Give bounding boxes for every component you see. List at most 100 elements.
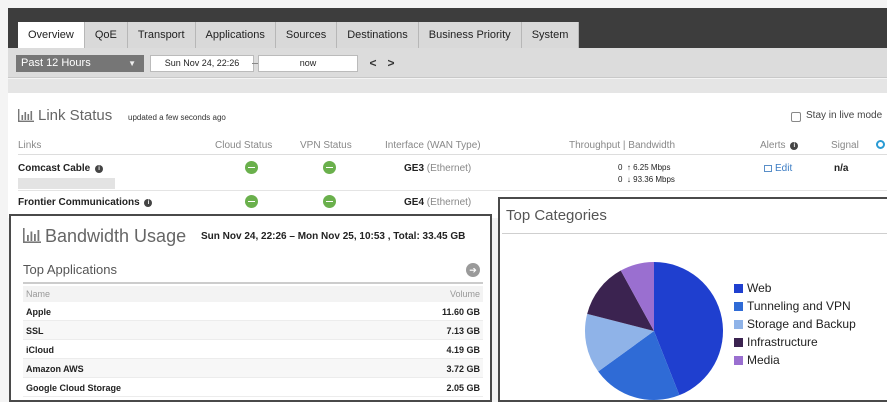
legend-swatch <box>734 284 743 293</box>
info-icon: i <box>790 142 799 150</box>
column-header-cloud-status: Cloud Status <box>215 140 273 151</box>
app-name: Apple <box>26 307 52 317</box>
app-name: Amazon AWS <box>26 364 84 374</box>
tab-qoe[interactable]: QoE <box>84 22 128 48</box>
redacted-address <box>18 178 115 189</box>
next-range-button[interactable]: > <box>384 54 398 72</box>
link-name-frontier[interactable]: Frontier Communications i <box>18 197 153 208</box>
download-throughput-value: 0 <box>618 175 623 184</box>
cloud-status-ok-icon <box>245 161 258 174</box>
app-volume: 7.13 GB <box>446 326 480 336</box>
legend-label: Infrastructure <box>747 335 818 349</box>
row-divider <box>18 190 887 191</box>
table-row[interactable]: iCloud 4.19 GB <box>23 340 483 359</box>
tab-transport[interactable]: Transport <box>127 22 196 48</box>
start-date-field[interactable]: Sun Nov 24, 22:26 <box>150 55 254 72</box>
upload-throughput: 0 ↑ 6.25 Mbps <box>618 163 671 172</box>
legend-label: Storage and Backup <box>747 317 856 331</box>
column-header-vpn-status: VPN Status <box>300 140 352 151</box>
time-range-select[interactable]: Past 12 Hours ▼ <box>16 55 144 72</box>
edit-icon <box>764 165 772 172</box>
end-date-field[interactable]: now <box>258 55 358 72</box>
app-volume: 2.05 GB <box>446 383 480 393</box>
wan-type: (Ethernet) <box>426 197 472 208</box>
column-header-alerts: Alerts i <box>760 140 799 151</box>
signal-value: n/a <box>834 163 849 174</box>
tab-business-priority[interactable]: Business Priority <box>418 22 522 48</box>
interface-name: GE4 <box>404 197 425 208</box>
download-bandwidth: 93.36 Mbps <box>633 175 675 184</box>
upload-throughput-value: 0 <box>618 163 623 172</box>
tab-applications[interactable]: Applications <box>195 22 276 48</box>
top-categories-panel: Top Categories Web Tunneling and VPN Sto… <box>498 197 887 402</box>
bandwidth-range-total: Sun Nov 24, 22:26 – Mon Nov 25, 10:53 , … <box>201 231 466 242</box>
tab-list: Overview QoE Transport Applications Sour… <box>18 22 580 48</box>
alerts-header-label: Alerts <box>760 140 786 151</box>
live-mode-label: Stay in live mode <box>806 110 883 121</box>
bar-chart-icon <box>23 228 41 243</box>
dashboard: Overview QoE Transport Applications Sour… <box>0 0 887 402</box>
alerts-edit-label: Edit <box>775 163 793 174</box>
bandwidth-usage-title: Bandwidth Usage <box>23 226 186 247</box>
table-row[interactable]: Google Cloud Storage 2.05 GB <box>23 378 483 397</box>
table-row[interactable]: SSL 7.13 GB <box>23 321 483 340</box>
legend-swatch <box>734 302 743 311</box>
upload-bandwidth: 6.25 Mbps <box>633 163 671 172</box>
column-header-volume: Volume <box>449 289 480 299</box>
chevron-down-icon: ▼ <box>128 59 136 68</box>
interface-cell: GE3 (Ethernet) <box>404 163 471 174</box>
legend-label: Web <box>747 281 772 295</box>
tab-destinations[interactable]: Destinations <box>337 22 419 48</box>
alerts-edit-link[interactable]: Edit <box>764 163 792 174</box>
info-icon: i <box>144 199 153 207</box>
bandwidth-usage-panel: Bandwidth Usage Sun Nov 24, 22:26 – Mon … <box>9 214 492 402</box>
link-status-heading: Link Status <box>38 107 113 124</box>
vpn-status-ok-icon <box>323 161 336 174</box>
category-pie-chart <box>585 262 723 400</box>
cloud-status-ok-icon <box>245 195 258 208</box>
table-row[interactable]: Amazon AWS 3.72 GB <box>23 359 483 378</box>
time-range-bar: Past 12 Hours ▼ Sun Nov 24, 22:26 now < … <box>8 48 887 78</box>
table-row[interactable]: Apple 11.60 GB <box>23 302 483 321</box>
app-name: Google Cloud Storage <box>26 383 122 393</box>
interface-cell: GE4 (Ethernet) <box>404 197 471 208</box>
header-divider <box>18 154 887 155</box>
link-name-text: Comcast Cable <box>18 163 91 174</box>
app-name: SSL <box>26 326 44 336</box>
panel-divider <box>502 233 887 234</box>
interface-name: GE3 <box>404 163 425 174</box>
tab-overview[interactable]: Overview <box>18 22 85 48</box>
column-header-name: Name <box>26 289 51 299</box>
time-range-value: Past 12 Hours <box>21 57 91 69</box>
app-volume: 11.60 GB <box>441 307 480 317</box>
app-name: iCloud <box>26 345 54 355</box>
column-header-interface: Interface (WAN Type) <box>385 140 481 151</box>
download-throughput: 0 ↓ 93.36 Mbps <box>618 175 675 184</box>
legend-swatch <box>734 356 743 365</box>
tab-system[interactable]: System <box>521 22 580 48</box>
info-icon: i <box>95 165 104 173</box>
tab-sources[interactable]: Sources <box>275 22 338 48</box>
column-header-throughput: Throughput | Bandwidth <box>569 140 676 151</box>
table-divider <box>23 282 483 284</box>
legend-label: Tunneling and VPN <box>747 299 851 313</box>
table-header: Name Volume <box>23 286 483 302</box>
divider-strip <box>8 79 887 93</box>
link-name-text: Frontier Communications <box>18 197 140 208</box>
app-volume: 4.19 GB <box>446 345 480 355</box>
top-categories-title: Top Categories <box>506 207 607 224</box>
app-volume: 3.72 GB <box>446 364 480 374</box>
vpn-status-ok-icon <box>323 195 336 208</box>
settings-gear-icon[interactable] <box>876 140 885 149</box>
live-mode-checkbox[interactable] <box>791 112 801 122</box>
top-applications-title: Top Applications <box>23 262 117 277</box>
arrow-right-icon[interactable]: ➔ <box>466 263 480 277</box>
legend-label: Media <box>747 353 780 367</box>
column-header-signal: Signal <box>831 140 859 151</box>
tab-bar: Overview QoE Transport Applications Sour… <box>8 8 887 48</box>
bar-chart-icon <box>18 109 34 122</box>
link-name-comcast[interactable]: Comcast Cable i <box>18 163 104 174</box>
bandwidth-usage-heading: Bandwidth Usage <box>45 226 187 246</box>
previous-range-button[interactable]: < <box>366 54 380 72</box>
legend-swatch <box>734 320 743 329</box>
